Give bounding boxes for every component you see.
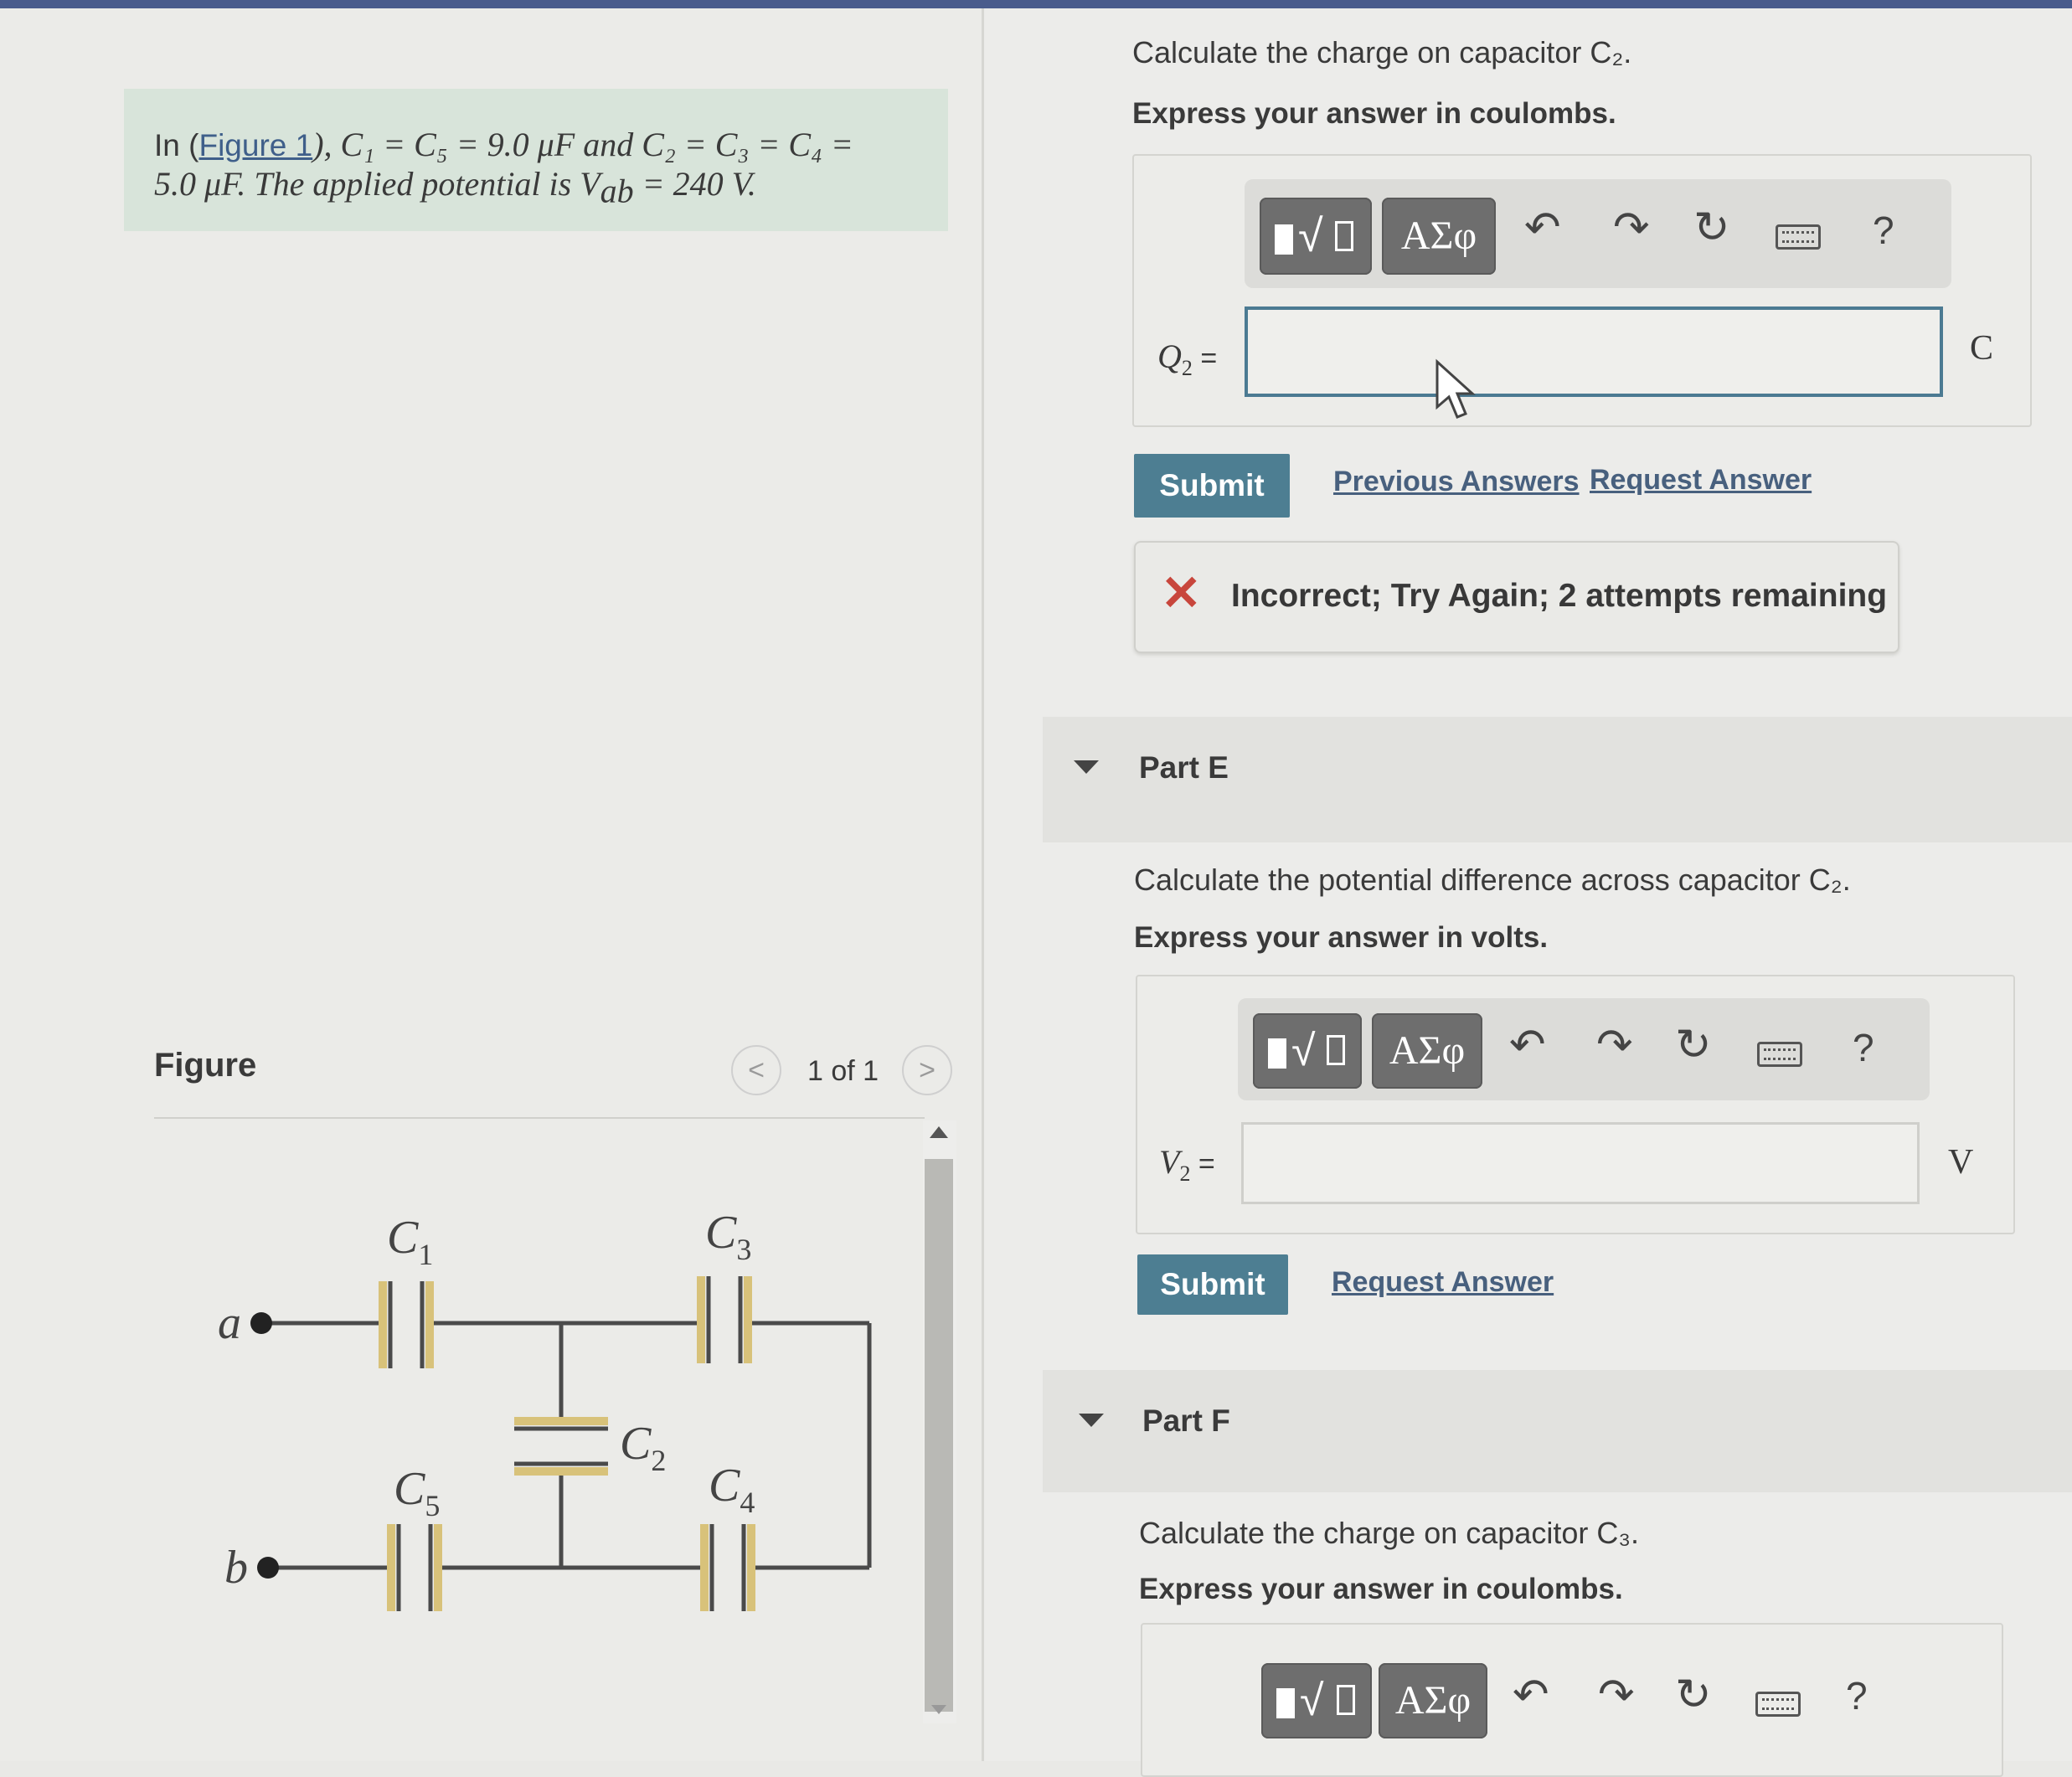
prev-figure-button[interactable]: <: [731, 1045, 781, 1095]
part-e-title[interactable]: Part E: [1139, 750, 1229, 785]
terminal-b-dot: [257, 1557, 279, 1579]
part-e-variable: V2 =: [1159, 1143, 1215, 1186]
redo-icon[interactable]: ↷: [1596, 1020, 1633, 1070]
redo-icon[interactable]: ↷: [1598, 1670, 1635, 1720]
template-block-icon: [1276, 1688, 1295, 1718]
c2-label: C: [620, 1418, 652, 1470]
part-e-answer-input[interactable]: [1241, 1122, 1920, 1204]
part-e-submit-button[interactable]: Submit: [1137, 1254, 1288, 1315]
part-d-question: Calculate the charge on capacitor C₂.: [1132, 35, 1632, 70]
circuit-diagram: a b C1 C3 C2 C5 C4: [218, 1207, 872, 1611]
svg-text:C1: C1: [387, 1212, 433, 1271]
c5-sub: 5: [425, 1489, 440, 1522]
figure-divider: [154, 1117, 925, 1119]
problem-statement: In (Figure 1), C₁ = C₅ = 9.0 μF and C₂ =…: [124, 89, 948, 231]
template-block-icon: [1268, 1038, 1286, 1069]
reset-icon[interactable]: ↻: [1693, 203, 1730, 253]
svg-text:C3: C3: [705, 1207, 751, 1266]
capacitor-c4: [700, 1524, 755, 1611]
part-e-unit: V: [1948, 1143, 1974, 1182]
feedback-message: ✕ Incorrect; Try Again; 2 attempts remai…: [1134, 541, 1899, 653]
templates-button[interactable]: √: [1261, 1663, 1372, 1738]
collapse-chevron-icon[interactable]: [1074, 760, 1099, 774]
keyboard-icon[interactable]: [1755, 1692, 1801, 1717]
templates-button[interactable]: √: [1253, 1013, 1362, 1089]
error-x-icon: ✕: [1161, 566, 1202, 621]
part-d-request-answer-link[interactable]: Request Answer: [1590, 464, 1812, 497]
keyboard-icon[interactable]: [1776, 224, 1821, 250]
figure-scroll-thumb[interactable]: [925, 1159, 953, 1712]
c1-sub: 1: [418, 1238, 433, 1271]
part-f-instruction: Express your answer in coulombs.: [1139, 1573, 1623, 1605]
scroll-down-arrow-icon[interactable]: [931, 1705, 946, 1714]
feedback-text: Incorrect; Try Again; 2 attempts remaini…: [1231, 578, 1888, 614]
radical-icon: √: [1298, 211, 1323, 261]
help-icon[interactable]: ?: [1853, 1025, 1874, 1070]
mouse-cursor-icon: [1435, 358, 1476, 419]
part-e-request-answer-link[interactable]: Request Answer: [1332, 1266, 1554, 1299]
symbols-button[interactable]: ΑΣφ: [1382, 198, 1496, 275]
previous-answers-link[interactable]: Previous Answers: [1333, 466, 1580, 498]
help-icon[interactable]: ?: [1846, 1673, 1868, 1718]
capacitor-c3: [697, 1276, 752, 1363]
help-icon[interactable]: ?: [1873, 208, 1894, 253]
capacitor-c2: [514, 1417, 608, 1476]
terminal-b-label: b: [224, 1542, 248, 1594]
redo-icon[interactable]: ↷: [1613, 203, 1650, 253]
figure-link[interactable]: Figure 1: [198, 128, 312, 162]
svg-text:C4: C4: [709, 1460, 755, 1519]
problem-line-2: 5.0 μF. The applied potential is Vab = 2…: [154, 165, 756, 210]
svg-text:C5: C5: [394, 1463, 440, 1522]
capacitor-c1: [379, 1281, 434, 1368]
radical-icon: √: [1300, 1677, 1324, 1725]
reset-icon[interactable]: ↻: [1675, 1670, 1712, 1720]
c5-label: C: [394, 1463, 425, 1515]
undo-icon[interactable]: ↶: [1509, 1020, 1546, 1070]
undo-icon[interactable]: ↶: [1524, 203, 1561, 253]
reset-icon[interactable]: ↻: [1675, 1020, 1712, 1070]
part-d-instruction: Express your answer in coulombs.: [1132, 97, 1616, 130]
part-d-variable: Q2 =: [1157, 337, 1218, 380]
next-figure-button[interactable]: >: [902, 1045, 952, 1095]
terminal-a-label: a: [218, 1297, 241, 1349]
problem-line-1: In (Figure 1), C₁ = C₅ = 9.0 μF and C₂ =…: [154, 126, 853, 163]
c2-sub: 2: [651, 1444, 666, 1477]
symbols-button[interactable]: ΑΣφ: [1379, 1663, 1487, 1738]
placeholder-box-icon: [1335, 221, 1353, 251]
symbols-button[interactable]: ΑΣφ: [1372, 1013, 1482, 1089]
part-e-instruction: Express your answer in volts.: [1134, 921, 1549, 954]
radical-icon: √: [1291, 1027, 1316, 1075]
figure-title: Figure: [154, 1047, 257, 1084]
part-d-submit-button[interactable]: Submit: [1134, 454, 1290, 518]
capacitor-c5: [387, 1524, 442, 1611]
figure-pager: 1 of 1: [807, 1055, 879, 1087]
c4-sub: 4: [740, 1486, 755, 1519]
undo-icon[interactable]: ↶: [1513, 1670, 1549, 1720]
svg-text:C2: C2: [620, 1418, 666, 1477]
terminal-a-dot: [250, 1312, 272, 1334]
c4-label: C: [709, 1460, 740, 1512]
part-d-unit: C: [1970, 329, 1994, 368]
template-block-icon: [1275, 224, 1293, 255]
part-e-question: Calculate the potential difference acros…: [1134, 863, 1851, 897]
c3-sub: 3: [736, 1233, 751, 1266]
collapse-chevron-icon[interactable]: [1079, 1414, 1104, 1427]
keyboard-icon[interactable]: [1757, 1042, 1802, 1067]
placeholder-box-icon: [1327, 1035, 1345, 1065]
c3-label: C: [705, 1207, 737, 1259]
top-bar: [0, 0, 2072, 8]
part-d-answer-input[interactable]: [1245, 306, 1943, 397]
c1-label: C: [387, 1212, 419, 1264]
part-f-question: Calculate the charge on capacitor C₃.: [1139, 1516, 1639, 1550]
templates-button[interactable]: √: [1260, 198, 1372, 275]
scroll-up-arrow-icon[interactable]: [930, 1126, 948, 1138]
placeholder-box-icon: [1337, 1685, 1355, 1715]
part-f-title[interactable]: Part F: [1142, 1404, 1230, 1439]
